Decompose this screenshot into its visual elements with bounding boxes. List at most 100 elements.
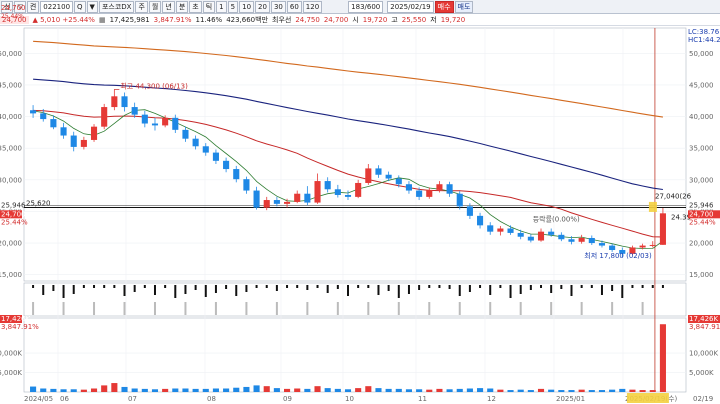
toolbar-item-18[interactable]: 60 xyxy=(286,0,302,13)
high-label: 고 xyxy=(391,15,398,24)
indicator-bar-grey xyxy=(641,302,644,315)
toolbar-item-23[interactable]: 매도 xyxy=(454,0,474,13)
toolbar-item-3[interactable]: 022100 xyxy=(40,0,74,13)
price-tick-right: 15,000 xyxy=(689,271,714,279)
candle-body xyxy=(223,160,230,170)
candle-body xyxy=(365,168,372,183)
volume-tick-right: 5,000K xyxy=(689,369,714,377)
volume-bar xyxy=(253,385,260,392)
x-tick: 02/19 xyxy=(693,395,713,403)
indicator-bar xyxy=(458,285,461,296)
volume-bar xyxy=(456,388,463,392)
right-badge-vol: 17,426K xyxy=(689,315,718,323)
toolbar-item-15[interactable]: 10 xyxy=(239,0,255,13)
candle-body xyxy=(487,225,494,232)
volume-bar xyxy=(182,388,189,392)
volume-bar xyxy=(619,388,626,392)
indicator-bar-grey xyxy=(397,302,400,315)
toolbar-item-5[interactable]: ▼ xyxy=(86,0,98,13)
indicator-bar-grey xyxy=(428,302,431,315)
volume-bar xyxy=(629,389,636,392)
candle-body xyxy=(111,96,118,108)
indicator-bar xyxy=(32,285,35,288)
toolbar-item-9[interactable]: 년 xyxy=(162,0,175,13)
candle-body xyxy=(233,169,240,180)
indicator-bar-grey xyxy=(184,302,187,315)
right-badge-pct: 25.44% xyxy=(689,218,716,226)
toolbar-item-17[interactable]: 30 xyxy=(270,0,286,13)
toolbar-item-8[interactable]: 월 xyxy=(148,0,162,13)
volume-bar xyxy=(151,389,159,392)
change-annotation: 등락률(0.00%) xyxy=(533,216,580,224)
indicator-bar xyxy=(265,285,268,288)
x-tick: 2024/05 xyxy=(24,395,53,403)
volume-bar xyxy=(497,389,504,392)
chart-icon[interactable]: ▦ xyxy=(99,16,106,24)
toolbar-item-20[interactable]: 183/600 xyxy=(348,0,384,13)
toolbar-item-22[interactable]: 매수 xyxy=(434,0,454,13)
candle-body xyxy=(659,213,666,245)
volume-bar xyxy=(202,388,209,392)
ma60-line xyxy=(33,78,663,191)
toolbar-item-4[interactable]: Q xyxy=(74,0,86,13)
volume-bar xyxy=(324,388,331,392)
price-tick-left: 20,000 xyxy=(0,240,22,248)
indicator-bar xyxy=(519,285,522,294)
candle-body xyxy=(151,123,159,126)
indicator-bar xyxy=(468,285,471,292)
best-bid: 24,700 xyxy=(323,15,349,24)
candle-body xyxy=(40,113,47,120)
indicator-bar-grey xyxy=(245,302,248,315)
right-hc-label: HC1:44.24 xyxy=(688,36,720,44)
price-tick-left: 40,000 xyxy=(0,113,22,121)
volume-bar xyxy=(609,389,616,392)
indicator-bar xyxy=(367,285,370,288)
candle-body xyxy=(121,96,128,108)
indicator-bar xyxy=(123,285,126,296)
x-tick: 11 xyxy=(418,395,427,403)
indicator-bar xyxy=(225,285,228,289)
toolbar-item-13[interactable]: 1 xyxy=(216,0,227,13)
volume-bar xyxy=(243,386,250,392)
candle-body xyxy=(598,243,606,246)
volume-bar xyxy=(334,388,341,392)
toolbar-item-10[interactable]: 분 xyxy=(175,0,189,13)
indicator-bar xyxy=(184,285,187,294)
toolbar-item-11[interactable]: 초 xyxy=(189,0,202,13)
indicator-bar xyxy=(611,285,614,291)
candle-body xyxy=(385,174,392,179)
indicator-bar xyxy=(306,285,309,290)
x-tick: 06 xyxy=(60,395,69,403)
stock-chart[interactable]: 50,000 50,000 45,000 45,000 40,000 40,000 35,0… xyxy=(0,0,720,404)
volume-value: 17,425,981 xyxy=(109,15,150,24)
candle-body xyxy=(466,206,473,216)
indicator-bar xyxy=(550,285,553,293)
toolbar-item-6[interactable]: 포스코DX xyxy=(98,0,135,13)
right-badge-ref-bg xyxy=(688,201,720,210)
indicator-bar-grey xyxy=(458,302,461,315)
toolbar-item-7[interactable]: 주 xyxy=(135,0,148,13)
right-badge-vol-bg xyxy=(688,315,720,323)
toolbar-item-19[interactable]: 120 xyxy=(302,0,323,13)
toolbar-item-0[interactable]: 신 xyxy=(1,0,14,13)
toolbar-item-1[interactable]: ▽ xyxy=(14,0,26,13)
volume-tick-right: 10,000K xyxy=(689,350,718,358)
volume-bar xyxy=(527,390,534,392)
toolbar-item-16[interactable]: 20 xyxy=(255,0,270,13)
left-badge-pct: 25.44% xyxy=(1,218,28,226)
toolbar-item-14[interactable]: 5 xyxy=(227,0,239,13)
toolbar-item-2[interactable]: 켠 xyxy=(26,0,40,13)
price-tick-right: 50,000 xyxy=(689,50,714,58)
indicator-bar-grey xyxy=(275,302,278,315)
volume-bar xyxy=(121,386,128,392)
indicator-bar xyxy=(93,285,96,288)
volume-bar xyxy=(192,388,199,392)
indicator-bar xyxy=(72,285,75,294)
indicator-bar xyxy=(397,285,400,298)
toolbar-item-12[interactable]: 틱 xyxy=(202,0,216,13)
indicator-bar xyxy=(235,285,238,296)
indicator-bar xyxy=(194,285,197,290)
candle-body xyxy=(578,237,585,242)
indicator-bar xyxy=(103,285,106,288)
toolbar-item-21[interactable]: 2025/02/19 xyxy=(387,0,434,13)
